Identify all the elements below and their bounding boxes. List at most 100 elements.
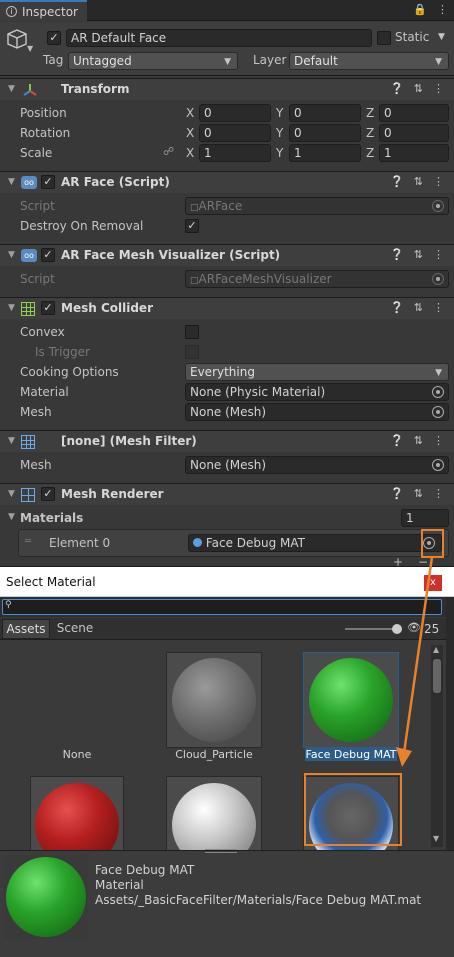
tab-scene[interactable]: Scene — [52, 619, 98, 639]
preview-thumbnail — [4, 855, 88, 939]
foldout-arrow-icon[interactable]: ▼ — [8, 250, 15, 260]
object-picker-icon[interactable] — [432, 459, 444, 471]
tab-assets-label: Assets — [6, 622, 46, 636]
drag-handle-icon[interactable]: ═ — [25, 536, 31, 547]
kebab-menu-icon[interactable]: ⋮ — [433, 248, 444, 261]
presets-icon[interactable]: ⇅ — [414, 434, 423, 447]
foldout-arrow-icon[interactable]: ▼ — [8, 303, 15, 313]
kebab-menu-icon[interactable]: ⋮ — [433, 82, 444, 95]
rotation-y-input[interactable]: 0 — [289, 124, 361, 142]
constrain-proportions-icon[interactable]: ☍ — [163, 145, 174, 158]
materials-foldout-arrow-icon[interactable]: ▼ — [8, 512, 15, 522]
asset-item-none[interactable]: None — [30, 652, 124, 762]
element-0-field[interactable]: Face Debug MAT — [188, 534, 442, 552]
foldout-arrow-icon[interactable]: ▼ — [8, 489, 15, 499]
resize-handle[interactable] — [205, 849, 237, 853]
asset-item-cloud-particle[interactable]: Cloud_Particle — [166, 652, 262, 762]
arvis-header[interactable]: ▼ oo ✓ AR Face Mesh Visualizer (Script) … — [0, 244, 454, 266]
layer-dropdown[interactable]: Default ▼ — [289, 52, 449, 70]
collider-enabled-checkbox[interactable]: ✓ — [41, 301, 55, 315]
script-file-icon: □ — [190, 203, 199, 213]
static-checkbox[interactable] — [377, 31, 391, 45]
arface-header[interactable]: ▼ oo ✓ AR Face (Script) ❔ ⇅ ⋮ — [0, 171, 454, 193]
kebab-menu-icon[interactable]: ⋮ — [433, 487, 444, 500]
scale-y-input[interactable]: 1 — [289, 144, 361, 162]
position-y-input[interactable]: 0 — [289, 104, 361, 122]
destroy-on-removal-label: Destroy On Removal — [20, 219, 144, 233]
object-picker-icon[interactable] — [432, 386, 444, 398]
face-debug-mat-ball — [309, 658, 393, 742]
physic-material-field[interactable]: None (Physic Material) — [185, 383, 449, 401]
tab-inspector[interactable]: i Inspector — [0, 0, 87, 21]
asset-thumbnail — [30, 776, 124, 850]
kebab-menu-icon[interactable]: ⋮ — [437, 3, 448, 16]
presets-icon[interactable]: ⇅ — [414, 175, 423, 188]
position-x-input[interactable]: 0 — [199, 104, 271, 122]
info-icon: i — [6, 6, 17, 17]
cooking-options-value: Everything — [190, 365, 255, 379]
dialog-titlebar: Select Material x — [0, 567, 454, 597]
active-checkbox[interactable]: ✓ — [47, 31, 61, 45]
rotation-x-label: X — [186, 126, 195, 140]
filter-mesh-field[interactable]: None (Mesh) — [185, 456, 449, 474]
kebab-menu-icon[interactable]: ⋮ — [433, 301, 444, 314]
scroll-down-icon[interactable]: ▼ — [433, 834, 439, 843]
foldout-arrow-icon[interactable]: ▼ — [8, 84, 15, 94]
object-picker-icon[interactable] — [432, 406, 444, 418]
presets-icon[interactable]: ⇅ — [414, 82, 423, 95]
is-trigger-checkbox[interactable] — [185, 345, 199, 359]
scale-z-label: Z — [366, 146, 375, 160]
script-icon: oo — [21, 249, 37, 262]
search-input[interactable]: ⚲ — [2, 599, 442, 615]
help-icon[interactable]: ❔ — [390, 487, 404, 500]
scale-x-input[interactable]: 1 — [199, 144, 271, 162]
icon-dropdown-arrow[interactable]: ▼ — [27, 44, 33, 53]
rotation-z-input[interactable]: 0 — [379, 124, 449, 142]
renderer-header[interactable]: ▼ ✓ Mesh Renderer ❔ ⇅ ⋮ — [0, 483, 454, 505]
position-z-input[interactable]: 0 — [379, 104, 449, 122]
presets-icon[interactable]: ⇅ — [414, 487, 423, 500]
scale-z-input[interactable]: 1 — [379, 144, 449, 162]
object-name-input[interactable]: AR Default Face — [66, 29, 372, 47]
convex-checkbox[interactable] — [185, 325, 199, 339]
collider-mesh-field[interactable]: None (Mesh) — [185, 403, 449, 421]
arvis-enabled-checkbox[interactable]: ✓ — [41, 248, 55, 262]
position-label: Position — [20, 106, 67, 120]
filter-header[interactable]: ▼ [none] (Mesh Filter) ❔ ⇅ ⋮ — [0, 430, 454, 452]
object-picker-icon[interactable] — [432, 200, 444, 212]
asset-item[interactable] — [30, 776, 124, 850]
foldout-arrow-icon[interactable]: ▼ — [8, 177, 15, 187]
collider-header[interactable]: ▼ ✓ Mesh Collider ❔ ⇅ ⋮ — [0, 297, 454, 319]
presets-icon[interactable]: ⇅ — [414, 301, 423, 314]
cooking-options-dropdown[interactable]: Everything ▼ — [185, 363, 449, 381]
kebab-menu-icon[interactable]: ⋮ — [433, 434, 444, 447]
component-actions: ❔ ⇅ ⋮ — [390, 82, 444, 95]
script-field[interactable]: □ARFace — [185, 197, 449, 215]
renderer-enabled-checkbox[interactable]: ✓ — [41, 487, 55, 501]
tab-assets[interactable]: Assets — [2, 619, 50, 639]
foldout-arrow-icon[interactable]: ▼ — [8, 436, 15, 446]
help-icon[interactable]: ❔ — [390, 175, 404, 188]
help-icon[interactable]: ❔ — [390, 248, 404, 261]
materials-size-input[interactable]: 1 — [401, 509, 449, 527]
object-picker-icon[interactable] — [432, 273, 444, 285]
filter-body: Mesh None (Mesh) — [0, 452, 454, 480]
rotation-x-input[interactable]: 0 — [199, 124, 271, 142]
asset-item-face-debug-mat[interactable]: Face Debug MAT — [303, 652, 399, 762]
destroy-on-removal-checkbox[interactable]: ✓ — [185, 219, 199, 233]
help-icon[interactable]: ❔ — [390, 301, 404, 314]
material-label: Material — [20, 385, 69, 399]
presets-icon[interactable]: ⇅ — [414, 248, 423, 261]
asset-item[interactable] — [166, 776, 262, 850]
script-field[interactable]: □ARFaceMeshVisualizer — [185, 270, 449, 288]
transform-header[interactable]: ▼ Transform ❔ ⇅ ⋮ — [0, 78, 454, 100]
position-y-label: Y — [276, 106, 284, 120]
lock-icon[interactable]: 🔒 — [413, 3, 427, 16]
static-dropdown-arrow[interactable]: ▼ — [438, 32, 445, 42]
kebab-menu-icon[interactable]: ⋮ — [433, 175, 444, 188]
arface-enabled-checkbox[interactable]: ✓ — [41, 175, 55, 189]
tag-dropdown[interactable]: Untagged ▼ — [68, 52, 238, 70]
help-icon[interactable]: ❔ — [390, 434, 404, 447]
help-icon[interactable]: ❔ — [390, 82, 404, 95]
mesh-collider-grid-icon — [21, 302, 35, 316]
